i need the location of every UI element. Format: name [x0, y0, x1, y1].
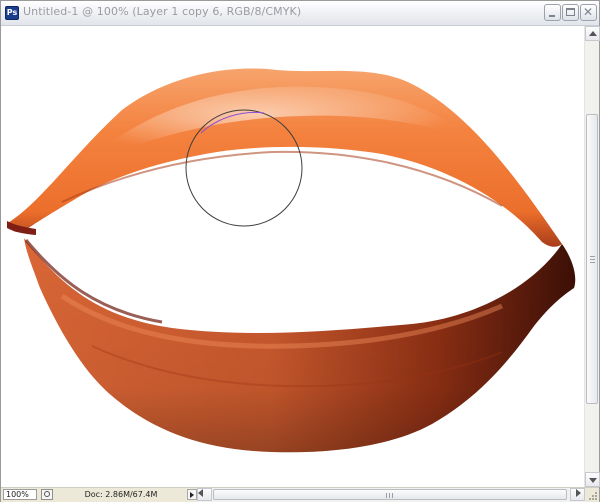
minimize-button[interactable]: [544, 4, 561, 21]
status-bar: 100% Doc: 2.86M/67.4M: [1, 487, 599, 502]
scroll-up-button[interactable]: [585, 26, 600, 41]
vertical-scrollbar[interactable]: [584, 26, 600, 487]
grip-line: [590, 262, 595, 263]
minimize-icon: [549, 15, 555, 17]
photoshop-document-icon[interactable]: Ps: [5, 6, 19, 20]
title-bar[interactable]: Ps Untitled-1 @ 100% (Layer 1 copy 6, RG…: [1, 1, 599, 26]
zoom-level-field[interactable]: 100%: [3, 489, 37, 500]
document-size-info: Doc: 2.86M/67.4M: [84, 490, 158, 499]
orange-peel-lips-image: [7, 68, 576, 453]
close-icon: ✕: [583, 5, 594, 19]
scroll-left-button[interactable]: [197, 488, 212, 501]
scroll-down-button[interactable]: [585, 472, 600, 487]
scroll-right-button[interactable]: [570, 488, 585, 501]
close-button[interactable]: ✕: [580, 4, 597, 21]
grip-line: [392, 493, 393, 498]
arrow-left-icon: [198, 489, 203, 497]
resize-grip-icon[interactable]: [585, 488, 599, 502]
document-window: Ps Untitled-1 @ 100% (Layer 1 copy 6, RG…: [0, 0, 600, 502]
arrow-right-icon: [576, 489, 581, 497]
maximize-button[interactable]: [562, 4, 579, 21]
arrow-up-icon: [589, 31, 597, 36]
grip-line: [590, 259, 595, 260]
horizontal-scroll-thumb[interactable]: [213, 489, 567, 500]
grip-line: [389, 493, 390, 498]
document-canvas[interactable]: [2, 26, 584, 487]
document-title: Untitled-1 @ 100% (Layer 1 copy 6, RGB/8…: [23, 5, 302, 18]
status-info-icon[interactable]: [41, 489, 53, 500]
maximize-icon: [566, 8, 575, 16]
status-menu-arrow-icon[interactable]: [187, 489, 197, 500]
grip-line: [590, 256, 595, 257]
horizontal-scrollbar[interactable]: [197, 488, 585, 502]
grip-line: [386, 493, 387, 498]
vertical-scroll-thumb[interactable]: [586, 114, 598, 404]
arrow-down-icon: [589, 478, 597, 483]
